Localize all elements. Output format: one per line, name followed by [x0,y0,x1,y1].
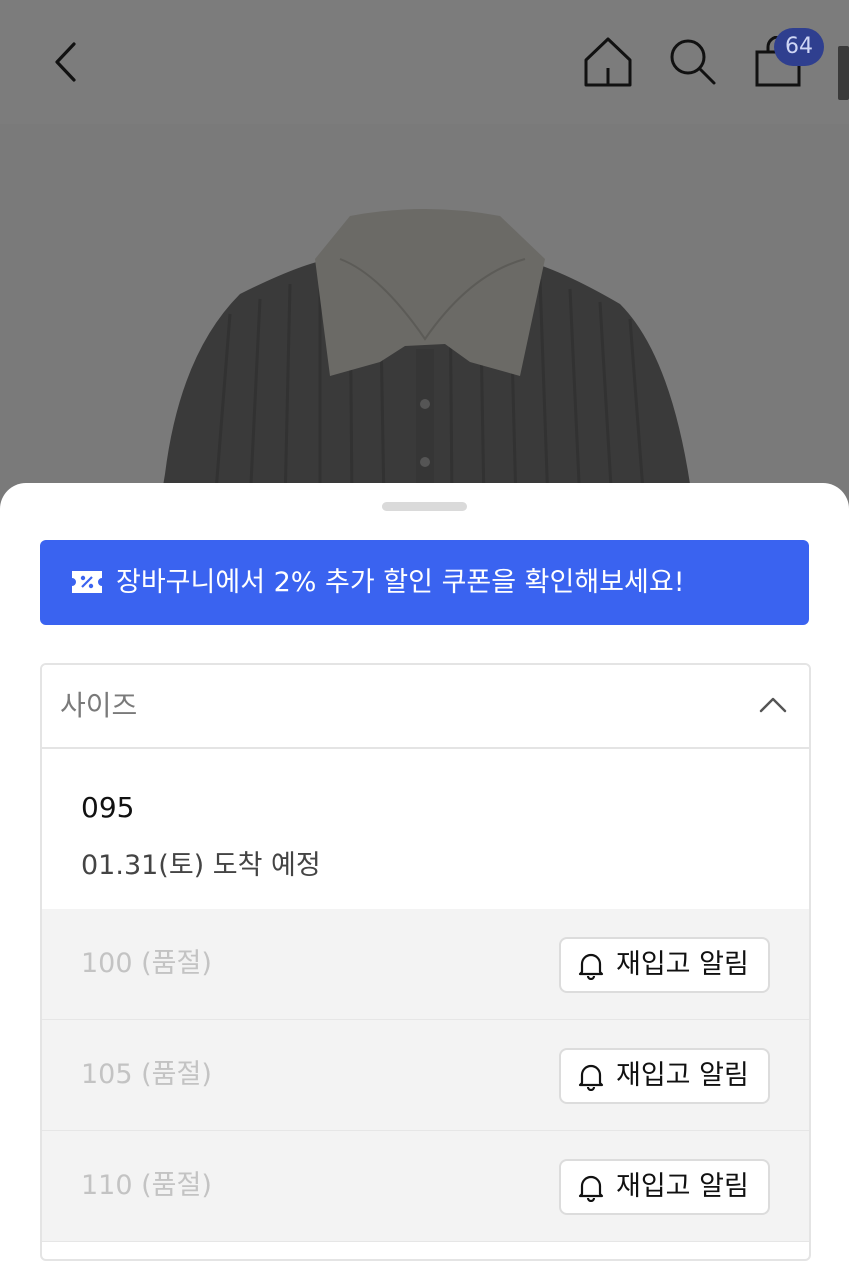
restock-alert-button[interactable]: 재입고 알림 [559,1048,770,1104]
bell-icon [578,1064,604,1091]
restock-alert-button[interactable]: 재입고 알림 [559,937,770,993]
chevron-up-icon [759,697,787,713]
home-icon [584,37,632,87]
size-option-label: 095 [81,791,135,824]
back-button[interactable] [44,36,92,88]
size-selector: 사이즈 095 01.31(토) 도착 예정 100 (품절) 재입고 알림 1… [40,663,811,1261]
restock-alert-button[interactable]: 재입고 알림 [559,1159,770,1215]
coupon-banner[interactable]: 장바구니에서 2% 추가 할인 쿠폰을 확인해보세요! [40,540,809,625]
size-selector-header[interactable]: 사이즈 [42,665,809,749]
size-option-110: 110 (품절) 재입고 알림 [42,1131,809,1242]
size-option-label: 110 (품절) [81,1170,212,1201]
size-selector-label: 사이즈 [60,689,138,722]
scrollbar-thumb[interactable] [838,46,849,100]
size-option-105: 105 (품절) 재입고 알림 [42,1020,809,1131]
size-option-095[interactable]: 095 01.31(토) 도착 예정 [42,749,809,909]
cart-count-badge: 64 [774,28,824,66]
home-button[interactable] [580,34,636,90]
chevron-left-icon [55,42,76,82]
restock-alert-label: 재입고 알림 [616,949,749,980]
top-nav-bar: 64 [0,0,849,124]
option-bottom-sheet: 장바구니에서 2% 추가 할인 쿠폰을 확인해보세요! 사이즈 095 01.3… [0,483,849,1284]
restock-alert-label: 재입고 알림 [616,1060,749,1091]
size-option-label: 100 (품절) [81,948,212,979]
size-option-100: 100 (품절) 재입고 알림 [42,909,809,1020]
bell-icon [578,953,604,980]
delivery-eta: 01.31(토) 도착 예정 [81,850,321,881]
sweater-illustration [160,209,700,504]
sheet-drag-handle[interactable] [382,502,467,511]
product-image [0,124,849,504]
coupon-ticket-icon [72,571,102,593]
search-icon [670,39,716,85]
restock-alert-label: 재입고 알림 [616,1171,749,1202]
search-button[interactable] [666,36,720,88]
bell-icon [578,1175,604,1202]
size-option-label: 105 (품절) [81,1059,212,1090]
coupon-banner-text: 장바구니에서 2% 추가 할인 쿠폰을 확인해보세요! [116,567,685,598]
